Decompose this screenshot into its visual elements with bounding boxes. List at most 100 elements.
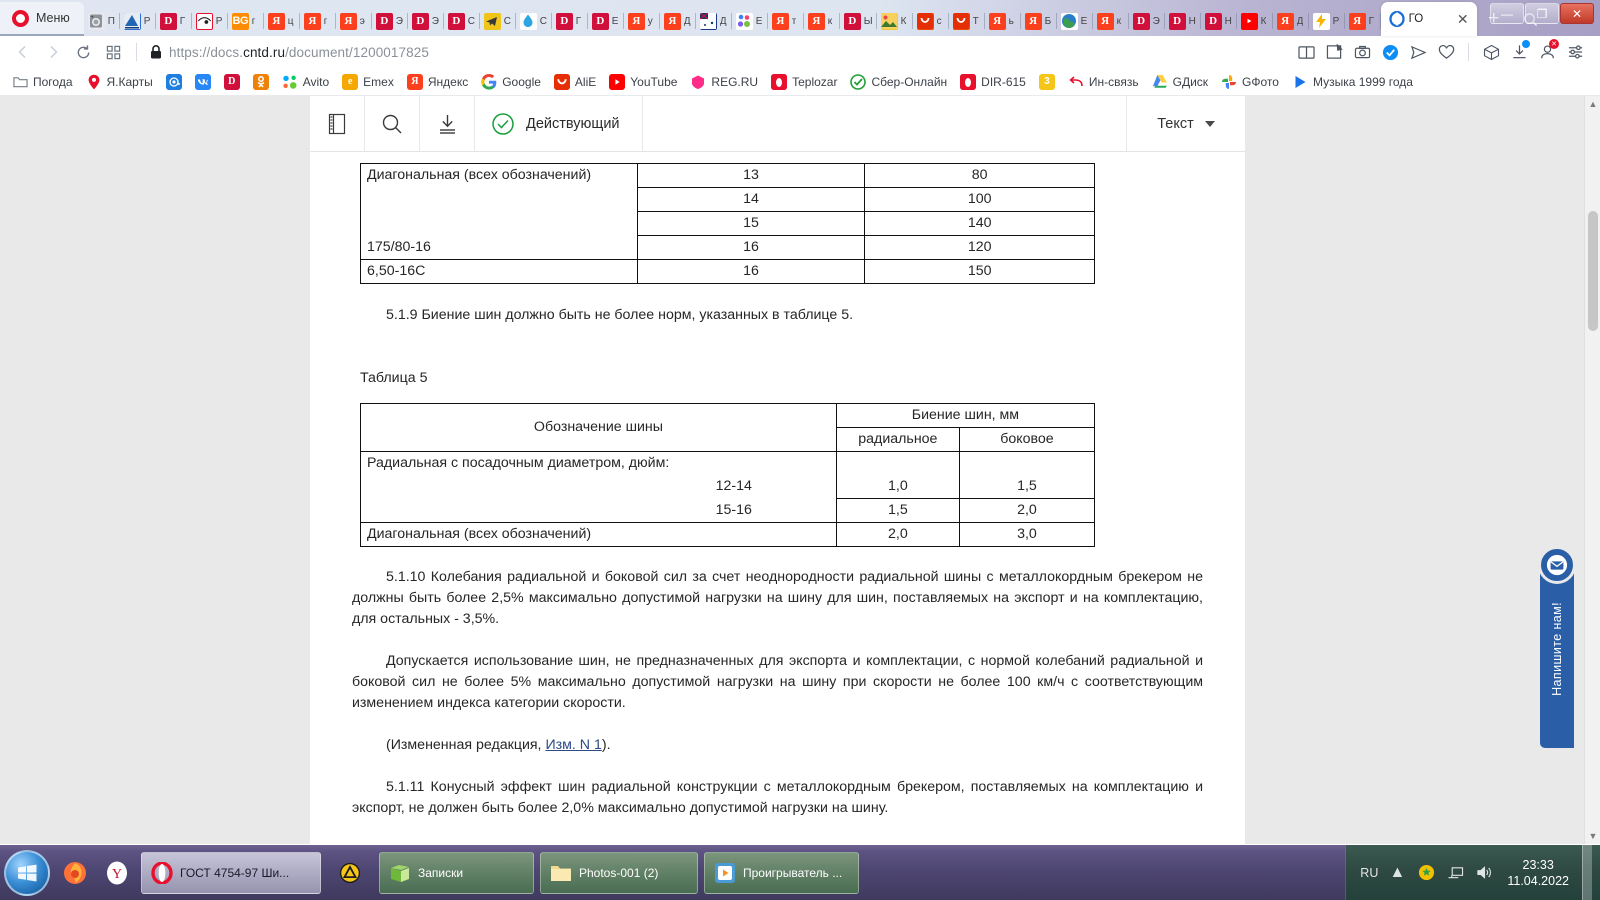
browser-tab[interactable]: ЯГ	[1345, 6, 1381, 36]
restore-button[interactable]: ❐	[1525, 3, 1559, 24]
taskbar-task[interactable]: Записки	[379, 851, 534, 894]
firefox-icon[interactable]	[54, 850, 96, 896]
browser-tab[interactable]: DГ	[156, 6, 192, 36]
volume-icon[interactable]	[1474, 863, 1494, 883]
browser-tab[interactable]: Р	[120, 6, 156, 36]
speed-dial-icon[interactable]	[98, 39, 128, 65]
opera-menu-button[interactable]: Меню	[0, 2, 84, 36]
reader-icon[interactable]	[1293, 39, 1319, 65]
collections-icon[interactable]	[1321, 39, 1347, 65]
taskbar-task[interactable]	[327, 852, 373, 894]
browser-tab[interactable]: DЫ	[840, 6, 877, 36]
browser-tab[interactable]: Р	[1309, 6, 1345, 36]
download-icon[interactable]	[420, 96, 475, 152]
browser-tab[interactable]: DС	[444, 6, 480, 36]
snapshot-icon[interactable]	[1349, 39, 1375, 65]
bookmark-item[interactable]: Google	[475, 72, 547, 92]
revision-1-link[interactable]: Изм. N 1	[545, 737, 601, 753]
bookmark-item[interactable]	[160, 72, 188, 92]
easy-setup-icon[interactable]	[1562, 39, 1588, 65]
messengers-icon[interactable]	[1405, 39, 1431, 65]
browser-tab[interactable]: С	[516, 6, 552, 36]
reload-icon[interactable]	[68, 39, 98, 65]
bookmark-item[interactable]: Я.Карты	[80, 72, 159, 92]
bookmark-item[interactable]: e Emex	[336, 72, 400, 92]
bookmark-item[interactable]: Avito	[276, 72, 335, 92]
taskbar-task[interactable]: Photos-001 (2)	[540, 851, 698, 894]
browser-tab[interactable]: ЯБ	[1021, 6, 1057, 36]
crypto-wallet-icon[interactable]	[1478, 39, 1504, 65]
bookmark-item[interactable]: D	[218, 72, 246, 92]
close-button[interactable]: ✕	[1560, 3, 1594, 24]
browser-tab[interactable]: Д	[696, 6, 732, 36]
lock-icon[interactable]	[149, 44, 163, 60]
bookmark-item[interactable]: Музыка 1999 года	[1286, 72, 1419, 92]
browser-tab[interactable]: DЭ	[1129, 6, 1165, 36]
browser-tab[interactable]: С	[480, 6, 516, 36]
network-icon[interactable]	[1445, 863, 1465, 883]
shield-update-icon[interactable]	[1416, 863, 1436, 883]
browser-tab[interactable]: Яу	[624, 6, 660, 36]
taskbar-task[interactable]: Проигрыватель ...	[704, 851, 859, 894]
minimize-button[interactable]: —	[1490, 3, 1524, 24]
browser-tab[interactable]: Яь	[985, 6, 1021, 36]
bookmark-item[interactable]	[189, 72, 217, 92]
taskbar-task[interactable]: ГОСТ 4754-97 Ши...	[141, 851, 321, 894]
bookmark-item[interactable]: 3	[1033, 72, 1061, 92]
windows-start-icon[interactable]	[4, 849, 50, 896]
bookmark-item[interactable]: DIR-615	[954, 72, 1032, 92]
browser-tab[interactable]: Е	[732, 6, 768, 36]
bookmark-item[interactable]: AliE	[548, 72, 602, 92]
language-indicator[interactable]: RU	[1360, 866, 1378, 880]
chevron-up-icon[interactable]: ▲	[1387, 863, 1407, 883]
address-input[interactable]: https://docs.cntd.ru/document/1200017825	[169, 45, 429, 60]
browser-tab[interactable]: П	[84, 6, 120, 36]
revision-2-link[interactable]: Изм. N 1	[545, 842, 601, 844]
browser-tab[interactable]: DН	[1165, 6, 1201, 36]
heart-icon[interactable]	[1433, 39, 1459, 65]
side-panel-icon[interactable]	[310, 96, 365, 152]
bookmark-item[interactable]: GФото	[1215, 72, 1285, 92]
view-mode-dropdown[interactable]: Текст	[1127, 96, 1245, 152]
browser-tab[interactable]: Яэ	[336, 6, 372, 36]
bookmark-item[interactable]: Teplozar	[765, 72, 843, 92]
browser-tab[interactable]: К	[1237, 6, 1273, 36]
yandex-browser-icon[interactable]: Y	[96, 850, 138, 896]
back-icon[interactable]	[8, 39, 38, 65]
browser-tab[interactable]: Як	[1093, 6, 1129, 36]
tab-close-icon[interactable]: ✕	[1457, 12, 1469, 26]
browser-tab[interactable]: DГ	[552, 6, 588, 36]
scroll-down-arrow[interactable]: ▼	[1585, 828, 1600, 844]
browser-tab[interactable]: К	[877, 6, 913, 36]
bookmark-item[interactable]: Я Яндекс	[401, 72, 474, 92]
browser-tab[interactable]: Е	[1057, 6, 1093, 36]
forward-icon[interactable]	[38, 39, 68, 65]
browser-tab[interactable]: BG г	[228, 6, 264, 36]
page-scrollbar[interactable]: ▲ ▼	[1584, 96, 1600, 844]
browser-tab[interactable]: DН	[1201, 6, 1237, 36]
bookmark-item[interactable]: Ин-связь	[1062, 72, 1145, 92]
bookmark-item[interactable]	[247, 72, 275, 92]
show-desktop-button[interactable]	[1582, 845, 1592, 900]
browser-tab[interactable]: Яц	[264, 6, 300, 36]
browser-tab[interactable]: ГО ✕	[1380, 2, 1477, 36]
browser-tab[interactable]: DЭ	[372, 6, 408, 36]
bookmark-item[interactable]: Погода	[6, 72, 79, 92]
profile-icon[interactable]: ✕	[1534, 39, 1560, 65]
browser-tab[interactable]: DЭ	[408, 6, 444, 36]
verified-badge-icon[interactable]	[1377, 39, 1403, 65]
browser-tab[interactable]: ЯД	[1273, 6, 1309, 36]
browser-tab[interactable]: Ят	[768, 6, 804, 36]
search-icon[interactable]	[365, 96, 420, 152]
browser-tab[interactable]: Р	[192, 6, 228, 36]
browser-tab[interactable]: Як	[804, 6, 840, 36]
bookmark-item[interactable]: Сбер-Онлайн	[844, 72, 953, 92]
browser-tab[interactable]: Т	[949, 6, 985, 36]
document-status-badge[interactable]: Действующий	[475, 96, 643, 152]
scroll-up-arrow[interactable]: ▲	[1585, 96, 1600, 112]
browser-tab[interactable]: ЯД	[660, 6, 696, 36]
bookmark-item[interactable]: GДиск	[1146, 72, 1214, 92]
browser-tab[interactable]: Яг	[300, 6, 336, 36]
browser-tab[interactable]: DЕ	[588, 6, 624, 36]
downloads-icon[interactable]	[1506, 39, 1532, 65]
